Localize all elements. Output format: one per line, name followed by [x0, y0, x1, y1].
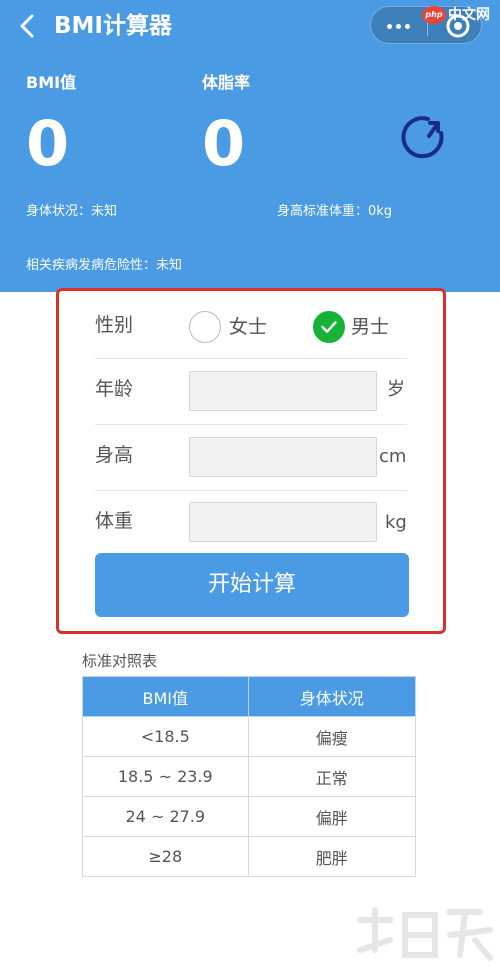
weight-label: 体重: [95, 510, 134, 532]
page-title: BMI计算器: [54, 13, 172, 39]
table-row: <18.5 偏瘦: [82, 716, 417, 757]
table-cell-status: 正常: [247, 756, 417, 797]
navigation-bar: BMI计算器 php 中文网: [0, 0, 500, 56]
table-cell-bmi: ≥28: [82, 836, 249, 877]
more-dots-icon[interactable]: [371, 7, 427, 45]
age-unit: 岁: [387, 379, 405, 400]
faded-watermark-mark: [357, 907, 493, 961]
table-header-row: BMI值 身体状况: [82, 676, 417, 717]
bmi-label: BMI值: [26, 73, 77, 92]
table-caption: 标准对照表: [82, 652, 158, 670]
weight-unit: kg: [385, 512, 407, 533]
table-cell-status: 偏瘦: [247, 716, 417, 757]
checkmark-icon: [321, 321, 337, 333]
height-unit: cm: [379, 446, 407, 467]
bmi-input-form: 性别 女士 男士 年龄 岁 身高 cm 体重 kg 开始计算: [56, 288, 446, 634]
body-fat-label: 体脂率: [202, 73, 251, 92]
gender-label: 性别: [95, 314, 134, 336]
weight-input[interactable]: [189, 502, 377, 542]
bmi-value: 0: [26, 107, 70, 180]
body-fat-value: 0: [202, 107, 246, 180]
body-status-text: 身体状况：未知: [26, 204, 118, 219]
watermark-text: 中文网: [448, 7, 490, 23]
column-header-bmi: BMI值: [82, 676, 249, 717]
table-cell-bmi: 24 ~ 27.9: [82, 796, 249, 837]
male-radio[interactable]: [313, 311, 345, 343]
watermark-logo: php 中文网: [420, 2, 500, 32]
header: BMI计算器 php 中文网 BMI值 0 体脂率 0 身体状况：未知 身高标准…: [0, 0, 500, 292]
table-row: 18.5 ~ 23.9 正常: [82, 756, 417, 797]
table-cell-bmi: <18.5: [82, 716, 249, 757]
table-cell-status: 偏胖: [247, 796, 417, 837]
refresh-icon[interactable]: [398, 112, 448, 162]
age-row: 年龄 岁: [95, 359, 407, 425]
table-cell-status: 肥胖: [247, 836, 417, 877]
disease-risk-text: 相关疾病发病危险性：未知: [26, 258, 183, 273]
female-radio[interactable]: [189, 311, 221, 343]
height-label: 身高: [95, 444, 134, 466]
height-input[interactable]: [189, 437, 377, 477]
standard-weight-text: 身高标准体重：0kg: [277, 204, 393, 219]
table-cell-bmi: 18.5 ~ 23.9: [82, 756, 249, 797]
age-input[interactable]: [189, 371, 377, 411]
table-row: ≥28 肥胖: [82, 836, 417, 877]
weight-row: 体重 kg: [95, 491, 407, 553]
table-row: 24 ~ 27.9 偏胖: [82, 796, 417, 837]
watermark-php-badge: php: [422, 6, 446, 24]
gender-row: 性别 女士 男士: [95, 291, 407, 359]
column-header-status: 身体状况: [247, 676, 417, 717]
male-label[interactable]: 男士: [351, 313, 389, 341]
height-row: 身高 cm: [95, 425, 407, 491]
age-label: 年龄: [95, 378, 134, 400]
female-label[interactable]: 女士: [229, 313, 267, 341]
bmi-reference-table: BMI值 身体状况 <18.5 偏瘦 18.5 ~ 23.9 正常 24 ~ 2…: [82, 676, 417, 877]
calculate-button[interactable]: 开始计算: [95, 553, 409, 617]
back-icon[interactable]: [14, 12, 42, 40]
